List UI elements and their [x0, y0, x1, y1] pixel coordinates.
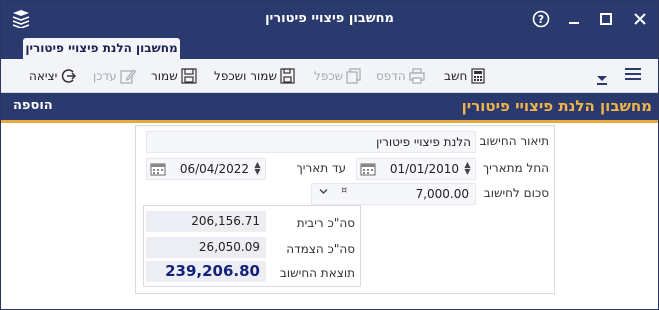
save-button[interactable]: שמור: [151, 66, 197, 86]
print-label: הדפס: [376, 69, 406, 83]
save-and-duplicate-button[interactable]: שמור ושכפל: [214, 66, 296, 86]
tab-severance-delay-calculator[interactable]: מחשבון הלנת פיצויי פיטורין: [23, 38, 180, 59]
duplicate-icon: [346, 68, 361, 84]
toolbar-dropdown-icon[interactable]: [595, 73, 609, 85]
calendar-icon[interactable]: [360, 162, 376, 176]
from-date-field[interactable]: 01/01/2010 ▲ ▼: [356, 158, 476, 180]
hamburger-menu-icon[interactable]: [625, 68, 641, 82]
section-title: מחשבון הלנת פיצויי פיטורין: [461, 97, 652, 115]
help-button[interactable]: ?: [528, 7, 554, 31]
exit-label: יציאה: [29, 69, 58, 83]
title-bar: מחשבון פיצויי פיטורין ?: [1, 1, 658, 38]
minimize-button[interactable]: [561, 7, 587, 31]
calculate-label: חשב: [444, 69, 468, 83]
save-label: שמור: [151, 69, 178, 83]
mode-indicator: הוספה: [13, 98, 53, 113]
from-date-value: 01/01/2010: [389, 162, 459, 176]
description-label: תיאור החישוב: [479, 134, 549, 148]
toolbar: חשב הדפס שכפל שמור ושכפל שמור עדכן יציאה: [1, 59, 658, 93]
calculator-icon: [471, 68, 485, 84]
calculator-window: מחשבון פיצויי פיטורין ? מחשבון הלנת פיצו…: [0, 0, 659, 310]
maximize-icon: [600, 13, 612, 25]
svg-text:?: ?: [538, 13, 544, 26]
amount-field[interactable]: 7,000.00: [311, 183, 476, 205]
printer-icon: [409, 68, 425, 84]
calculate-button[interactable]: חשב: [444, 66, 486, 86]
duplicate-label: שכפל: [314, 69, 344, 83]
close-button[interactable]: [627, 7, 653, 31]
section-header: מחשבון הלנת פיצויי פיטורין הוספה: [1, 93, 658, 120]
from-date-spinner-icon[interactable]: ▲ ▼: [463, 161, 472, 177]
to-date-label: עד תאריך: [296, 161, 346, 175]
maximize-button[interactable]: [593, 7, 619, 31]
save-duplicate-icon: [280, 68, 295, 84]
interest-value: 206,156.71: [146, 211, 266, 232]
result-value: 239,206.80: [146, 261, 266, 282]
calendar-icon[interactable]: [150, 162, 166, 176]
to-date-spinner-icon[interactable]: ▲ ▼: [253, 161, 262, 177]
duplicate-button[interactable]: שכפל: [314, 66, 362, 86]
to-date-value: 06/04/2022: [179, 162, 249, 176]
amount-label: סכום לחישוב: [483, 186, 549, 200]
edit-icon: [120, 69, 136, 84]
save-icon: [181, 68, 197, 84]
exit-button[interactable]: יציאה: [29, 66, 77, 86]
from-date-label: החל מתאריך: [482, 161, 549, 175]
to-date-field[interactable]: 06/04/2022 ▲ ▼: [146, 158, 266, 180]
amount-value: 7,000.00: [415, 187, 469, 201]
update-button[interactable]: עדכן: [93, 66, 136, 86]
tab-strip: מחשבון הלנת פיצויי פיטורין: [1, 38, 658, 59]
print-button[interactable]: הדפס: [376, 66, 425, 86]
description-field[interactable]: הלנת פיצויי פיטורין: [146, 131, 476, 153]
currency-symbol-icon: ¤: [341, 185, 348, 196]
chevron-down-icon[interactable]: [319, 187, 328, 196]
save-and-duplicate-label: שמור ושכפל: [214, 69, 277, 83]
update-label: עדכן: [93, 69, 117, 83]
window-title: מחשבון פיצויי פיטורין: [265, 11, 394, 26]
minimize-icon: [569, 22, 579, 24]
help-icon: ?: [532, 10, 550, 28]
interest-label: סה"כ ריבית: [296, 216, 355, 230]
accent-divider: [1, 120, 658, 123]
linkage-value: 26,050.09: [146, 237, 266, 258]
linkage-label: סה"כ הצמדה: [286, 242, 355, 256]
close-icon: [634, 13, 646, 25]
result-label: תוצאת החישוב: [279, 266, 355, 280]
app-stack-icon: [12, 10, 30, 28]
exit-icon: [62, 69, 77, 83]
